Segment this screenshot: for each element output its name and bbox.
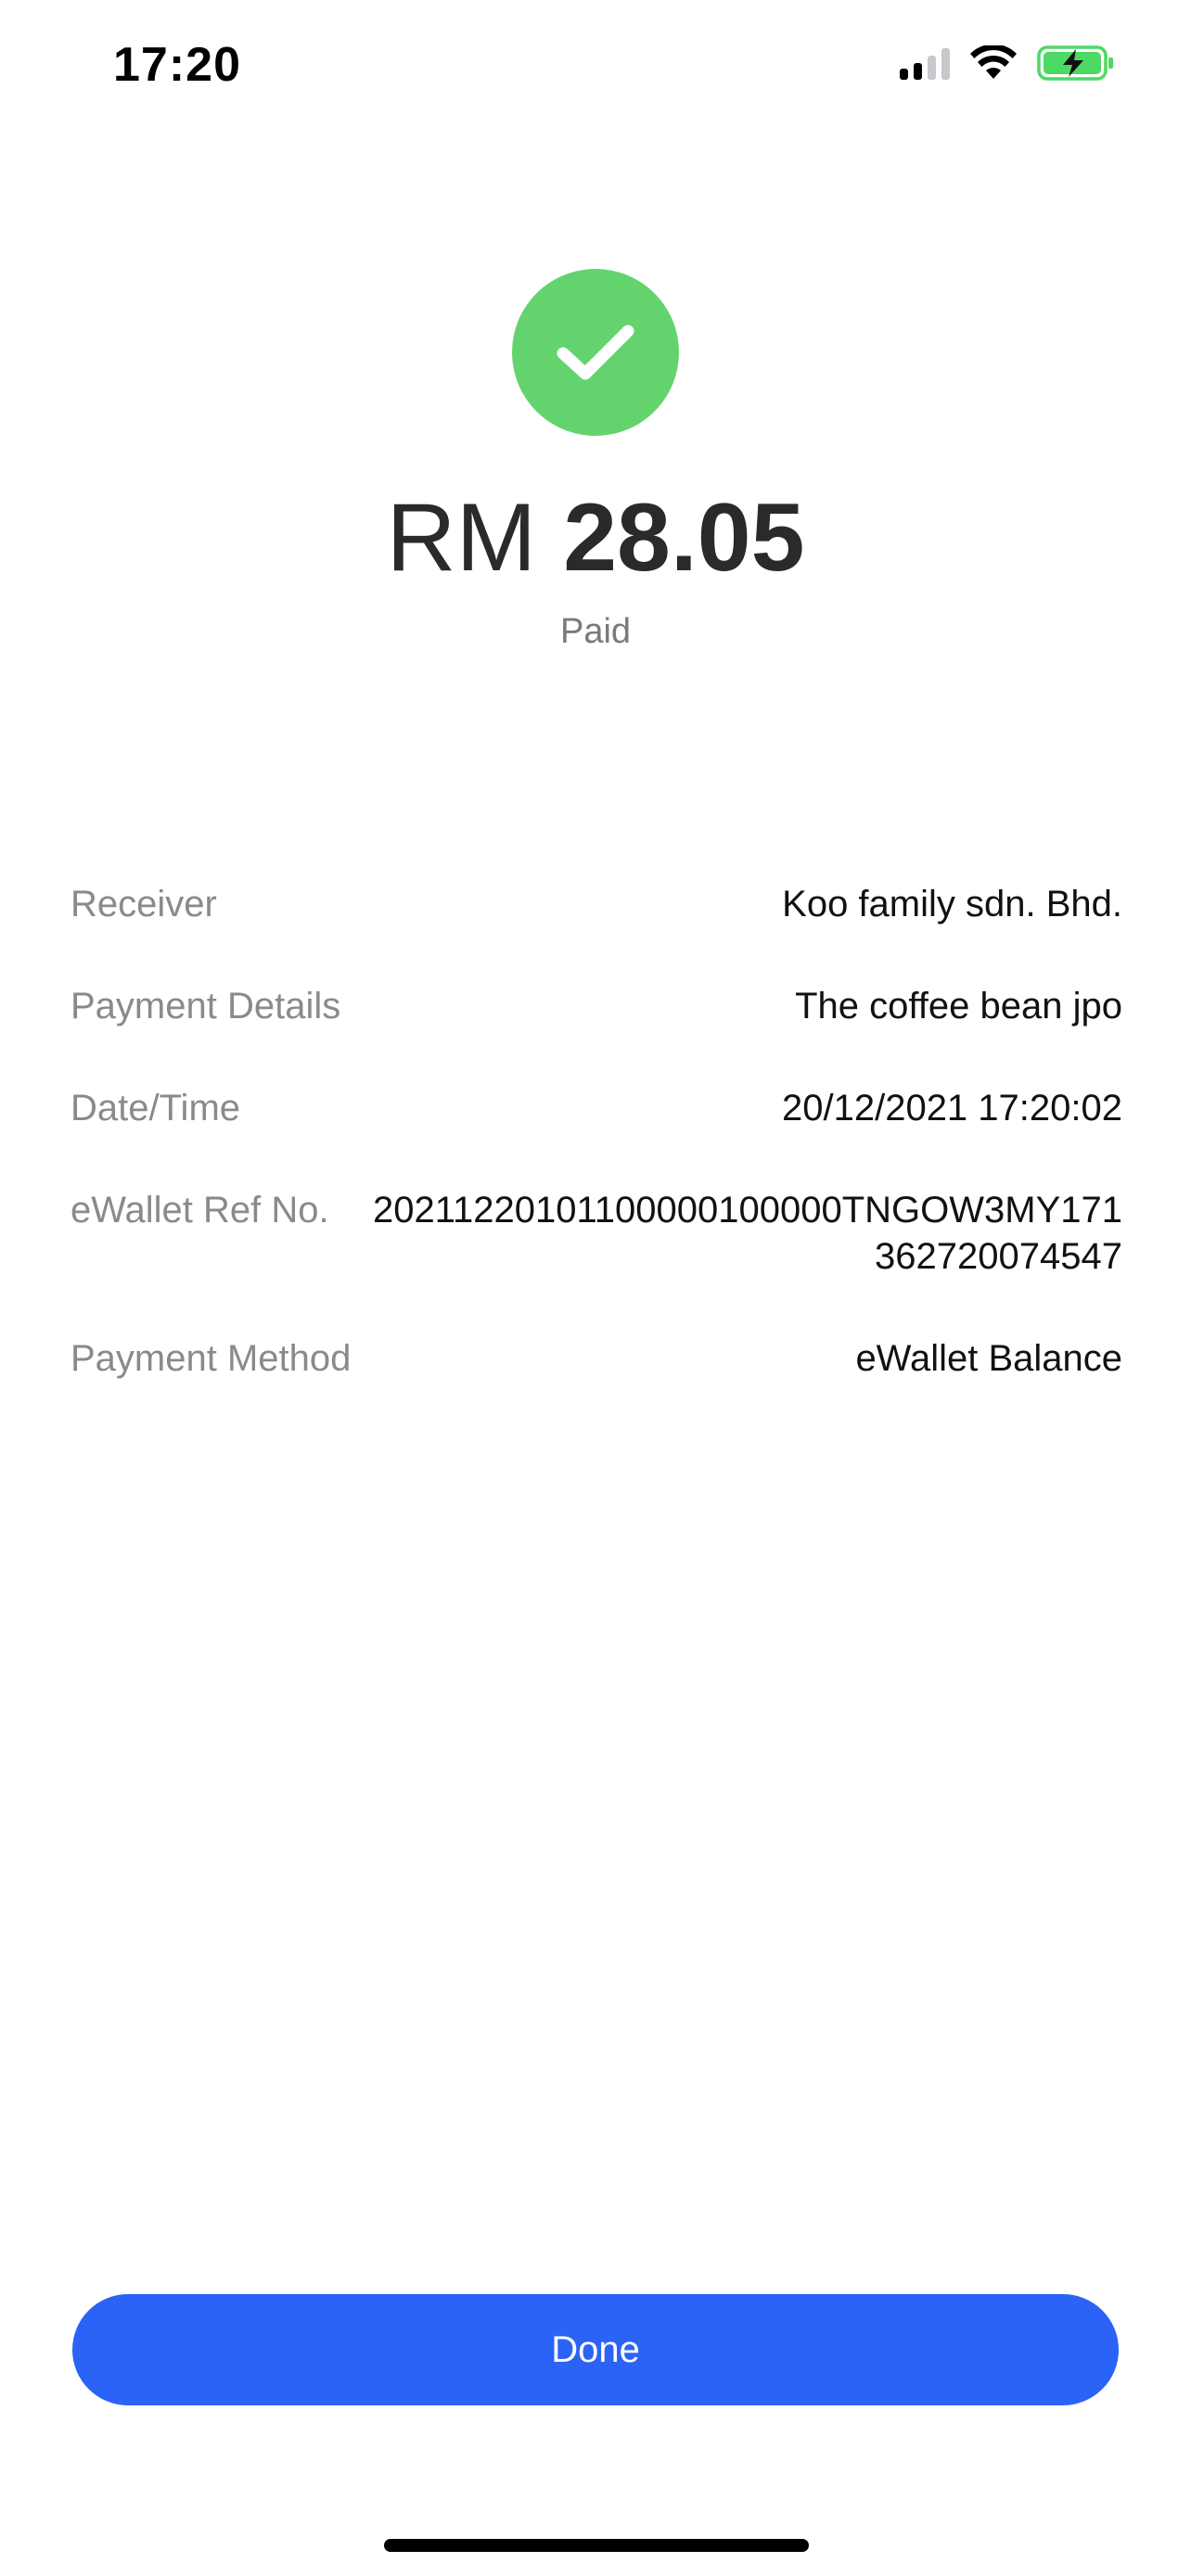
receiver-label: Receiver: [70, 884, 217, 925]
payment-status: Paid: [559, 612, 632, 651]
amount-currency: RM: [386, 484, 537, 592]
home-indicator[interactable]: [384, 2539, 809, 2552]
date-time-row: Date/Time 20/12/2021 17:20:02: [70, 1085, 1122, 1131]
payment-details-row: Payment Details The coffee bean jpo: [70, 983, 1122, 1029]
signal-icon: [900, 46, 950, 80]
payment-details-value: The coffee bean jpo: [795, 986, 1122, 1027]
payment-method-label: Payment Method: [70, 1338, 352, 1379]
receiver-row: Receiver Koo family sdn. Bhd.: [70, 881, 1122, 927]
payment-method-value: eWallet Balance: [855, 1338, 1122, 1379]
status-icons: [900, 45, 1115, 82]
paid-amount: RM 28.05: [0, 482, 1191, 593]
battery-charging-icon: [1037, 45, 1113, 81]
amount-value: 28.05: [563, 484, 805, 592]
payment-details-label: Payment Details: [70, 986, 341, 1027]
done-button[interactable]: Done: [72, 2294, 1119, 2405]
date-time-value: 20/12/2021 17:20:02: [781, 1088, 1122, 1129]
date-time-label: Date/Time: [70, 1088, 241, 1129]
payment-details-list: Receiver Koo family sdn. Bhd. Payment De…: [70, 881, 1122, 1382]
ewallet-ref-value: 20211220101100000100000TNGOW3MY171362720…: [372, 1190, 1122, 1277]
ewallet-ref-row: eWallet Ref No. 20211220101100000100000T…: [70, 1187, 1122, 1280]
wifi-icon: [970, 45, 1017, 79]
receiver-value: Koo family sdn. Bhd.: [782, 884, 1122, 925]
payment-method-row: Payment Method eWallet Balance: [70, 1335, 1122, 1382]
status-time: 17:20: [113, 38, 241, 92]
ewallet-ref-label: eWallet Ref No.: [70, 1190, 329, 1231]
check-icon: [512, 269, 679, 436]
